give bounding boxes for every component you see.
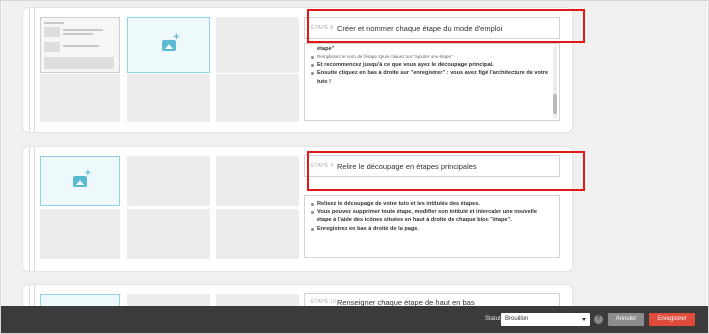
drag-handle[interactable] xyxy=(29,8,35,132)
thumbnail-detail xyxy=(63,33,93,35)
step-description-8[interactable]: étape" Remplissez le nom de l'étape 2pui… xyxy=(304,43,560,121)
step-image-thumbnail[interactable] xyxy=(40,17,120,73)
bullet-dot xyxy=(311,203,314,206)
drag-handle[interactable] xyxy=(29,147,35,271)
image-slot[interactable] xyxy=(40,209,120,259)
thumbnail-detail xyxy=(44,57,114,69)
highlight-box xyxy=(307,9,585,43)
bullet-dot xyxy=(311,211,314,215)
add-image-slot[interactable]: + xyxy=(127,17,210,73)
description-item: Enregistrez en bas à droite de la page. xyxy=(311,225,549,233)
thumbnail-detail xyxy=(44,27,60,37)
description-item-text: Et recommencez jusqu'à ce que vous ayez … xyxy=(317,62,494,69)
description-item: Relisez le découpage de votre tuto et le… xyxy=(311,200,549,208)
image-slot[interactable] xyxy=(216,74,299,122)
image-slot[interactable] xyxy=(127,74,210,122)
scrollbar-thumb[interactable] xyxy=(553,94,557,114)
editor-page: + ÉTAPE 8 Créer et nommer chaque étape d… xyxy=(0,0,709,334)
plus-icon: + xyxy=(173,32,180,43)
status-label: Statut xyxy=(485,316,501,322)
bullet-dot xyxy=(311,227,314,231)
highlight-box xyxy=(307,151,585,191)
plus-icon: + xyxy=(85,168,91,179)
thumbnail-detail xyxy=(63,29,103,31)
step-description-9[interactable]: Relisez le découpage de votre tuto et le… xyxy=(304,195,560,258)
image-slot[interactable] xyxy=(216,17,299,73)
description-item: Remplissez le nom de l'étape 2puis cliqu… xyxy=(311,53,549,61)
description-item-text: Vous pouvez supprimer toute étape, modif… xyxy=(317,209,537,224)
add-image-slot[interactable]: + xyxy=(40,156,120,206)
thumbnail-detail xyxy=(63,45,99,47)
bullet-dot xyxy=(311,72,314,76)
description-item: Et recommencez jusqu'à ce que vous ayez … xyxy=(311,61,549,69)
description-item-text: Ensuite cliquez en bas à droite sur "enr… xyxy=(317,70,549,85)
image-slot[interactable] xyxy=(127,156,210,206)
description-item-text: Remplissez le nom de l'étape 2puis cliqu… xyxy=(317,54,453,59)
image-slot[interactable] xyxy=(216,156,299,206)
status-select-value: Brouillon xyxy=(505,316,529,322)
description-item: Vous pouvez supprimer toute étape, modif… xyxy=(311,208,549,224)
save-button[interactable]: Enregistrer xyxy=(649,313,695,326)
description-scrollbar[interactable] xyxy=(553,46,557,118)
description-item: Ensuite cliquez en bas à droite sur "enr… xyxy=(311,69,549,85)
image-slot[interactable] xyxy=(40,74,120,122)
status-select[interactable]: Brouillon xyxy=(501,313,590,326)
image-slot[interactable] xyxy=(127,209,210,259)
description-item-text: Enregistrez en bas à droite de la page. xyxy=(317,225,419,232)
description-item-text: Relisez le découpage de votre tuto et le… xyxy=(317,201,480,207)
step-number-label: ÉTAPE 10 xyxy=(311,299,337,305)
thumbnail-detail xyxy=(44,42,60,52)
image-slot[interactable] xyxy=(216,209,299,259)
thumbnail-detail xyxy=(44,22,64,24)
bullet-dot xyxy=(311,64,314,68)
description-continued-text: étape" xyxy=(317,46,335,52)
cancel-button[interactable]: Annuler xyxy=(608,313,644,326)
chevron-down-icon xyxy=(582,318,586,321)
bullet-dot xyxy=(311,56,314,59)
footer-toolbar: Statut Brouillon ? Annuler Enregistrer xyxy=(1,306,708,333)
help-icon[interactable]: ? xyxy=(594,315,603,324)
